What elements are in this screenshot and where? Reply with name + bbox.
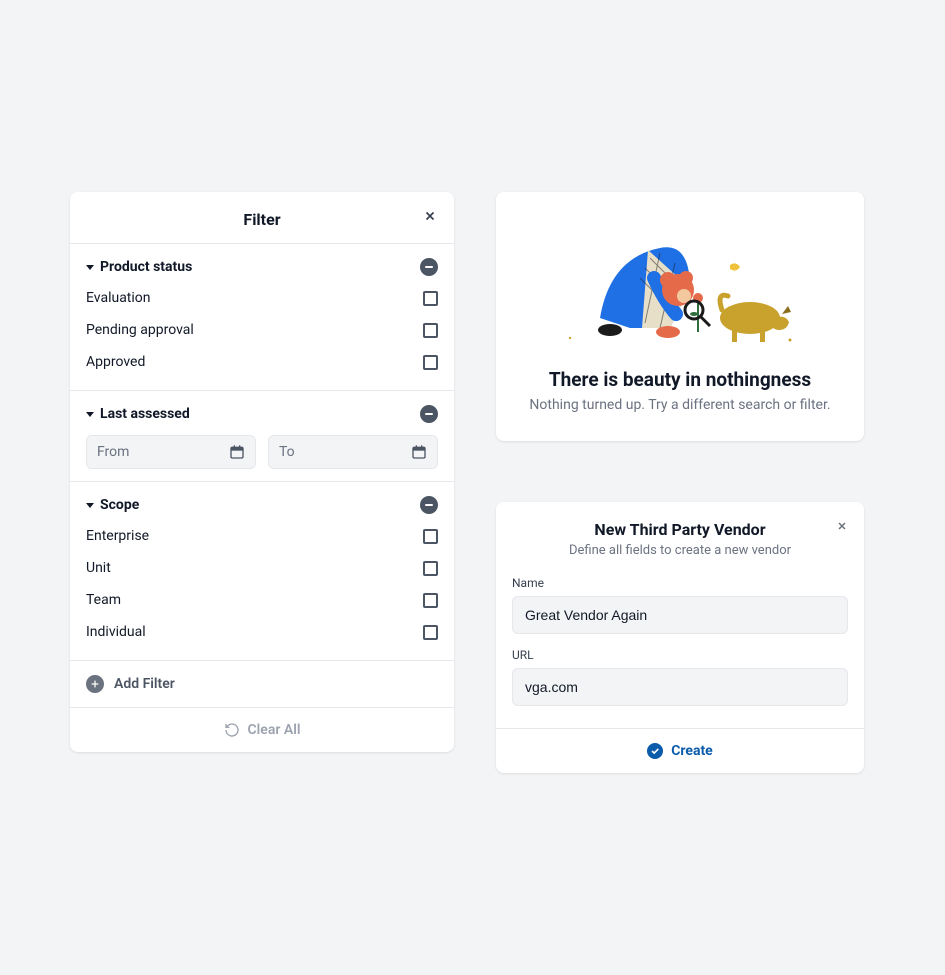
option-label: Evaluation	[86, 290, 151, 306]
caret-down-icon	[86, 412, 94, 417]
refresh-icon	[224, 722, 240, 738]
vendor-header: New Third Party Vendor Define all fields…	[496, 502, 864, 564]
filter-option[interactable]: Evaluation	[86, 282, 438, 314]
create-label: Create	[671, 743, 713, 759]
filter-section-product-status: Product status Evaluation Pending approv…	[70, 243, 454, 390]
create-vendor-button[interactable]: Create	[496, 728, 864, 773]
caret-down-icon	[86, 265, 94, 270]
option-label: Approved	[86, 354, 145, 370]
collapse-section-button[interactable]	[420, 405, 438, 423]
filter-option[interactable]: Approved	[86, 346, 438, 378]
minus-icon	[425, 504, 433, 506]
filter-title: Filter	[243, 210, 280, 229]
filter-section-scope: Scope Enterprise Unit Team Individual	[70, 481, 454, 660]
checkbox[interactable]	[423, 593, 438, 608]
filter-section-last-assessed: Last assessed From To	[70, 390, 454, 481]
checkbox[interactable]	[423, 355, 438, 370]
filter-option[interactable]: Individual	[86, 616, 438, 648]
option-label: Pending approval	[86, 322, 194, 338]
filter-panel: Filter Product status Evaluation Pending…	[70, 192, 454, 752]
section-header[interactable]: Last assessed	[86, 405, 438, 429]
add-filter-button[interactable]: Add Filter	[70, 660, 454, 707]
close-icon	[836, 520, 848, 532]
filter-option[interactable]: Team	[86, 584, 438, 616]
new-vendor-card: New Third Party Vendor Define all fields…	[496, 502, 864, 773]
clear-all-button[interactable]: Clear All	[70, 707, 454, 752]
option-label: Enterprise	[86, 528, 149, 544]
checkbox[interactable]	[423, 625, 438, 640]
name-input[interactable]	[512, 596, 848, 634]
calendar-icon	[411, 444, 427, 460]
clear-all-label: Clear All	[248, 722, 301, 738]
caret-down-icon	[86, 503, 94, 508]
section-title: Product status	[100, 259, 192, 275]
section-title: Scope	[100, 497, 139, 513]
option-label: Individual	[86, 624, 146, 640]
option-label: Unit	[86, 560, 111, 576]
collapse-section-button[interactable]	[420, 258, 438, 276]
option-label: Team	[86, 592, 121, 608]
checkbox[interactable]	[423, 323, 438, 338]
section-header[interactable]: Scope	[86, 496, 438, 520]
url-input[interactable]	[512, 668, 848, 706]
empty-state-title: There is beauty in nothingness	[516, 368, 844, 391]
checkbox[interactable]	[423, 561, 438, 576]
collapse-section-button[interactable]	[420, 496, 438, 514]
minus-icon	[425, 266, 433, 268]
calendar-icon	[229, 444, 245, 460]
url-label: URL	[512, 648, 848, 662]
vendor-title: New Third Party Vendor	[516, 520, 844, 539]
vendor-subtitle: Define all fields to create a new vendor	[516, 543, 844, 558]
filter-header: Filter	[70, 192, 454, 243]
section-title: Last assessed	[100, 406, 190, 422]
close-vendor-button[interactable]	[832, 516, 852, 536]
filter-option[interactable]: Pending approval	[86, 314, 438, 346]
date-to-input[interactable]: To	[268, 435, 438, 469]
name-label: Name	[512, 576, 848, 590]
close-icon	[423, 209, 437, 223]
plus-circle-icon	[86, 675, 104, 693]
filter-option[interactable]: Unit	[86, 552, 438, 584]
empty-state-card: There is beauty in nothingness Nothing t…	[496, 192, 864, 441]
minus-icon	[425, 413, 433, 415]
empty-state-illustration	[530, 220, 830, 360]
close-filter-button[interactable]	[418, 204, 442, 228]
placeholder: From	[97, 444, 129, 460]
checkbox[interactable]	[423, 291, 438, 306]
empty-state-subtitle: Nothing turned up. Try a different searc…	[516, 397, 844, 413]
add-filter-label: Add Filter	[114, 676, 175, 692]
date-from-input[interactable]: From	[86, 435, 256, 469]
section-header[interactable]: Product status	[86, 258, 438, 282]
checkbox[interactable]	[423, 529, 438, 544]
placeholder: To	[279, 444, 295, 460]
filter-option[interactable]: Enterprise	[86, 520, 438, 552]
check-circle-icon	[647, 743, 663, 759]
